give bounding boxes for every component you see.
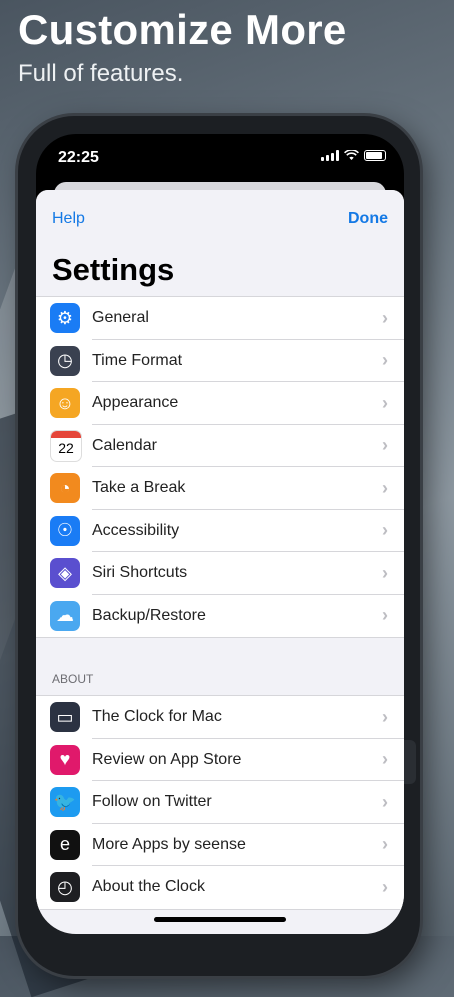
done-button[interactable]: Done — [348, 210, 388, 228]
about-item-label: Review on App Store — [92, 750, 242, 768]
chevron-right-icon: › — [382, 477, 388, 498]
section-header-about: ABOUT — [52, 672, 94, 686]
accessibility-icon: ☉ — [50, 515, 80, 546]
chevron-right-icon: › — [382, 350, 388, 371]
signal-icon — [321, 150, 339, 161]
settings-item-row[interactable]: ◈ Siri Shortcuts › — [36, 552, 404, 595]
monitor-icon: ▭ — [50, 702, 80, 733]
settings-item-label: Appearance — [92, 394, 179, 412]
home-indicator — [154, 917, 286, 922]
chevron-right-icon: › — [382, 392, 388, 413]
chevron-right-icon: › — [382, 520, 388, 541]
about-item-row[interactable]: 🐦 Follow on Twitter › — [36, 781, 404, 824]
settings-item-row[interactable]: ☉ Accessibility › — [36, 510, 404, 552]
status-icons — [321, 150, 386, 161]
about-item-row[interactable]: ♥ Review on App Store › — [36, 739, 404, 781]
wifi-icon — [344, 150, 359, 160]
about-item-label: Follow on Twitter — [92, 793, 212, 811]
settings-list: ⚙ General › ◷ Time Format › ☺ Appearance › 22 Cale… — [36, 296, 404, 638]
theater-masks-icon: ☺ — [50, 388, 80, 419]
settings-item-label: Accessibility — [92, 521, 180, 539]
settings-item-row[interactable]: ◷ Time Format › — [36, 340, 404, 382]
about-item-row[interactable]: ▭ The Clock for Mac › — [36, 696, 404, 739]
chevron-right-icon: › — [382, 791, 388, 812]
twitter-icon: 🐦 — [50, 787, 80, 818]
phone-side-button — [402, 740, 416, 784]
settings-item-label: Backup/Restore — [92, 606, 206, 624]
chevron-right-icon: › — [382, 834, 388, 855]
chevron-right-icon: › — [382, 706, 388, 727]
clock-app-icon: ◴ — [50, 872, 80, 903]
chevron-right-icon: › — [382, 876, 388, 897]
settings-item-row[interactable]: 22 Calendar › — [36, 425, 404, 467]
chevron-right-icon: › — [382, 562, 388, 583]
seense-logo-icon: e — [50, 829, 80, 860]
promo-headline: Customize More — [18, 6, 347, 53]
nav-bar: Help Done — [36, 190, 404, 250]
settings-item-label: Calendar — [92, 436, 157, 454]
gear-icon: ⚙ — [50, 303, 80, 334]
heart-icon: ♥ — [50, 744, 80, 775]
about-list: ▭ The Clock for Mac › ♥ Review on App Store ›… — [36, 695, 404, 910]
phone-screen: 22:25 Help Done Settings ⚙ General › ◷ Time … — [36, 134, 404, 934]
about-item-label: More Apps by seense — [92, 835, 246, 853]
page-title: Settings — [52, 252, 175, 287]
settings-item-label: General — [92, 309, 149, 327]
settings-item-row[interactable]: ⚙ General › — [36, 297, 404, 340]
cloud-icon: ☁ — [50, 600, 80, 631]
battery-icon — [364, 150, 386, 161]
chevron-right-icon: › — [382, 307, 388, 328]
shortcuts-icon: ◈ — [50, 558, 80, 589]
settings-item-label: Take a Break — [92, 479, 186, 497]
promo-subline: Full of features. — [18, 60, 184, 87]
calendar-icon: 22 — [50, 429, 82, 462]
settings-item-row[interactable]: ◔ Take a Break › — [36, 467, 404, 510]
status-time: 22:25 — [58, 149, 99, 166]
clock-icon: ◷ — [50, 345, 80, 376]
help-button[interactable]: Help — [52, 210, 85, 228]
settings-item-label: Time Format — [92, 351, 183, 369]
settings-item-label: Siri Shortcuts — [92, 564, 188, 582]
status-bar: 22:25 — [36, 134, 404, 180]
settings-sheet: Help Done Settings ⚙ General › ◷ Time Format… — [36, 190, 404, 934]
about-item-label: About the Clock — [92, 878, 205, 896]
chevron-right-icon: › — [382, 749, 388, 770]
about-item-label: The Clock for Mac — [92, 708, 222, 726]
settings-item-row[interactable]: ☺ Appearance › — [36, 382, 404, 425]
chevron-right-icon: › — [382, 435, 388, 456]
pie-timer-icon: ◔ — [50, 473, 80, 504]
about-item-row[interactable]: ◴ About the Clock › — [36, 866, 404, 909]
settings-item-row[interactable]: ☁ Backup/Restore › — [36, 595, 404, 638]
about-item-row[interactable]: e More Apps by seense › — [36, 824, 404, 866]
chevron-right-icon: › — [382, 605, 388, 626]
